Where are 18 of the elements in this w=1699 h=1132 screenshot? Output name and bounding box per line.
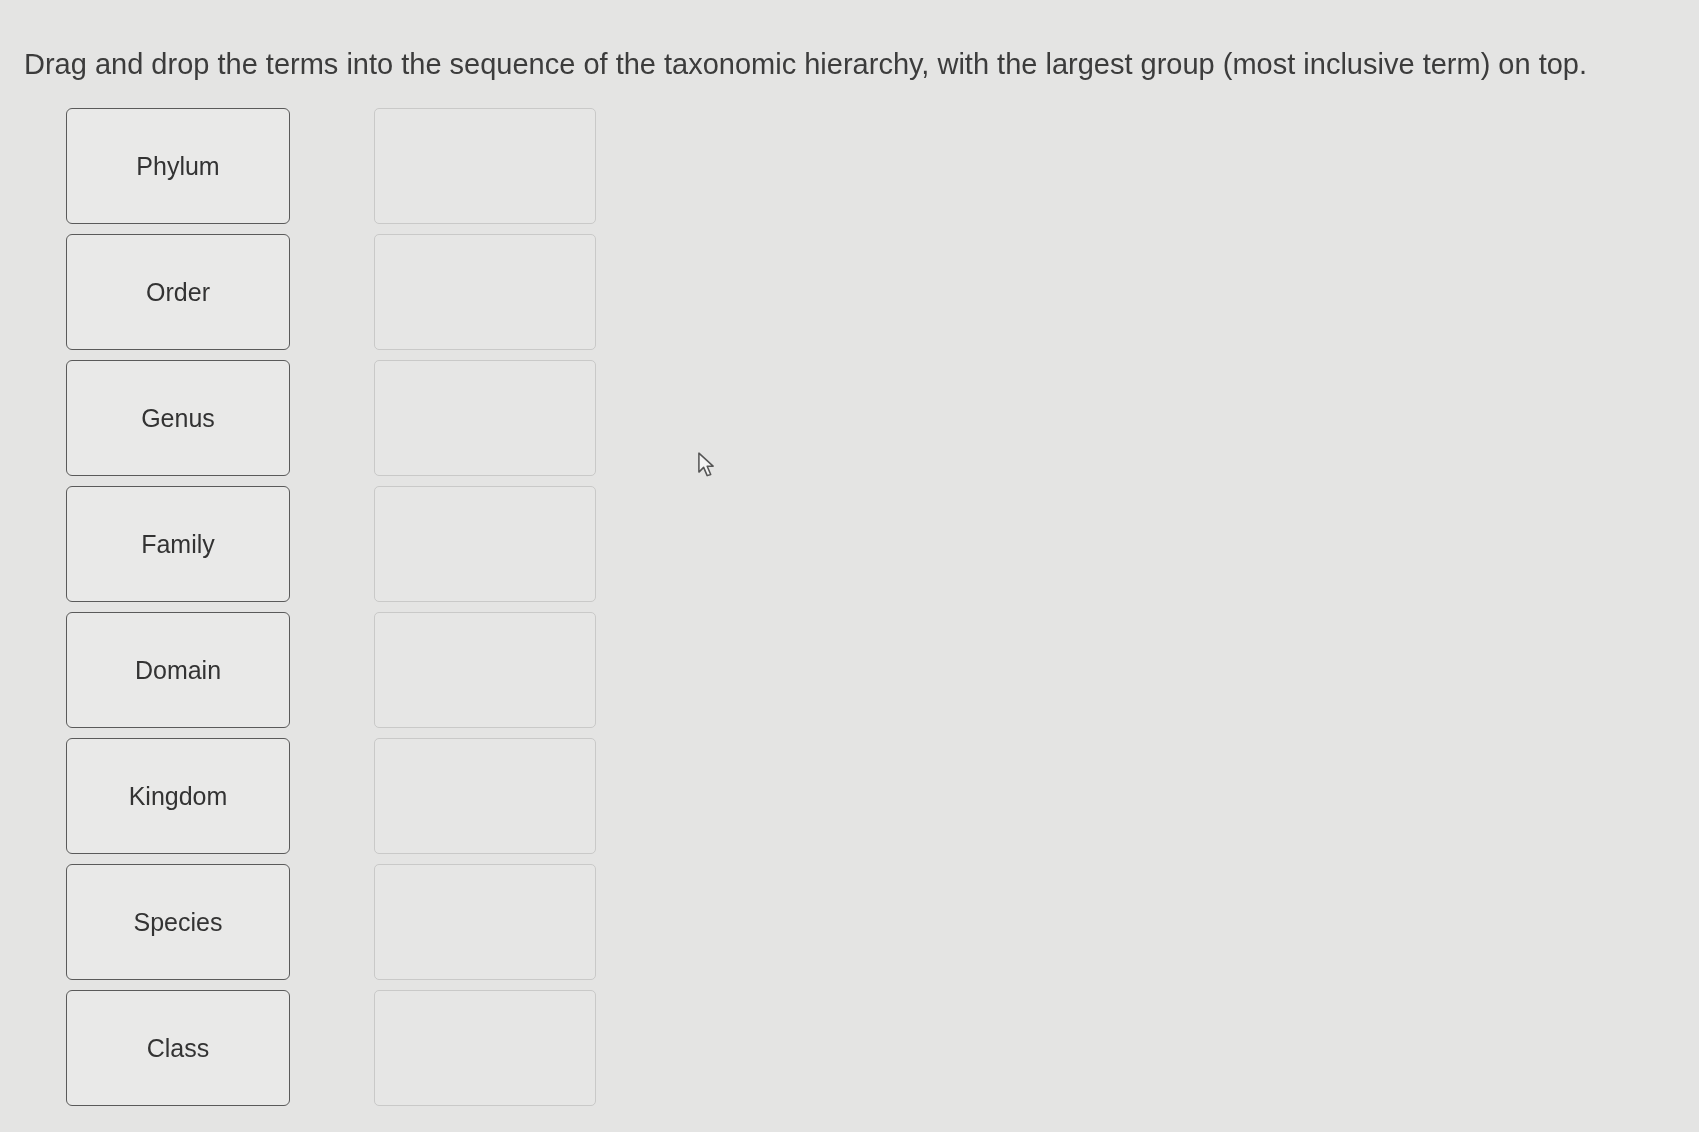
term-card[interactable]: Order [66, 234, 290, 350]
term-card[interactable]: Species [66, 864, 290, 980]
term-card[interactable]: Phylum [66, 108, 290, 224]
drop-zone[interactable] [374, 486, 596, 602]
drop-zone[interactable] [374, 234, 596, 350]
drop-zone[interactable] [374, 738, 596, 854]
term-card[interactable]: Family [66, 486, 290, 602]
instruction-text: Drag and drop the terms into the sequence of the taxonomic hierarchy, with the largest group (most inclusive term) on top. [24, 47, 1588, 82]
drop-zone[interactable] [374, 108, 596, 224]
term-card[interactable]: Kingdom [66, 738, 290, 854]
term-card[interactable]: Class [66, 990, 290, 1106]
drop-zone[interactable] [374, 864, 596, 980]
cursor-icon [697, 452, 715, 478]
term-card[interactable]: Genus [66, 360, 290, 476]
drop-zone[interactable] [374, 990, 596, 1106]
drop-zone[interactable] [374, 612, 596, 728]
drop-zone[interactable] [374, 360, 596, 476]
term-card[interactable]: Domain [66, 612, 290, 728]
